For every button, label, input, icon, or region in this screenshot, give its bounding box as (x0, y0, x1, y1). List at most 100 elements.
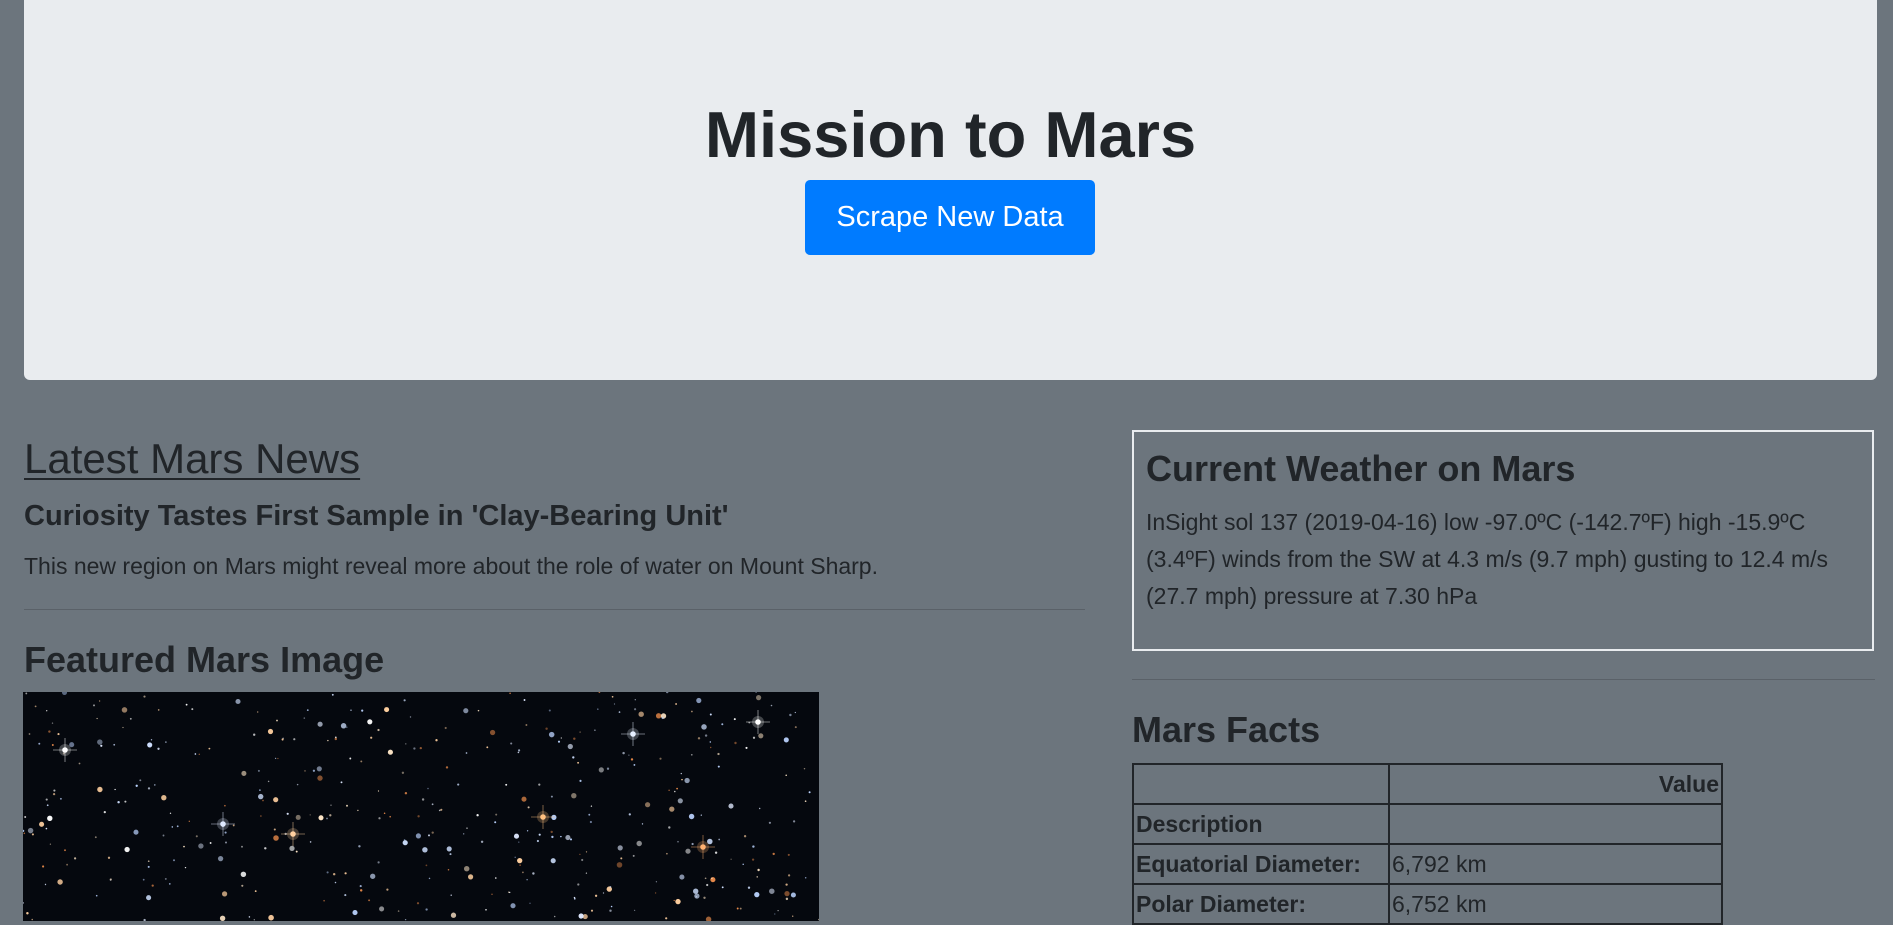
star (632, 854, 635, 857)
star (486, 746, 489, 749)
star (517, 857, 523, 864)
star (589, 820, 593, 824)
star (673, 899, 675, 902)
star (360, 760, 363, 763)
scrape-new-data-button[interactable]: Scrape New Data (805, 180, 1095, 255)
star (685, 848, 691, 854)
star (273, 797, 279, 803)
star (306, 709, 309, 711)
star (47, 815, 53, 821)
star (359, 889, 363, 892)
star (684, 777, 690, 784)
star (389, 815, 392, 818)
star (267, 728, 274, 735)
star (151, 884, 154, 887)
fact-label: Equatorial Diameter: (1132, 843, 1390, 885)
star (717, 765, 720, 768)
star (690, 753, 693, 756)
star (743, 835, 747, 838)
table-header-label (1132, 763, 1390, 805)
star (495, 813, 498, 816)
star (217, 855, 224, 862)
star (425, 908, 428, 911)
star (147, 787, 151, 790)
star (630, 758, 634, 761)
mars-facts-heading: Mars Facts (1132, 709, 1321, 750)
star (103, 810, 106, 814)
star (401, 771, 405, 774)
star (675, 703, 678, 705)
star (124, 800, 127, 803)
star (268, 914, 274, 921)
star (785, 883, 788, 886)
star (340, 723, 347, 729)
star (666, 852, 668, 855)
star (522, 871, 524, 874)
star (792, 820, 796, 823)
star (808, 791, 811, 794)
star (510, 742, 513, 745)
star (494, 821, 497, 824)
star (331, 693, 334, 696)
star (573, 737, 576, 740)
star (326, 817, 328, 820)
star (617, 845, 623, 851)
star (790, 892, 796, 898)
star (613, 703, 616, 705)
star (659, 757, 662, 760)
star (259, 789, 261, 791)
star (224, 804, 226, 807)
star (590, 909, 594, 912)
star (754, 891, 760, 898)
star (513, 833, 520, 839)
star (273, 828, 276, 831)
star (717, 752, 720, 756)
mars-facts-table: Value Description Equatorial Diameter: 6… (1132, 763, 1723, 925)
star (147, 742, 153, 748)
star (98, 700, 101, 702)
star (258, 793, 264, 800)
star (404, 918, 407, 921)
star (691, 842, 694, 846)
star (273, 835, 279, 841)
star (661, 716, 664, 720)
star (579, 731, 581, 733)
star (289, 845, 295, 852)
section-divider (24, 609, 1085, 610)
star (634, 699, 636, 701)
star (588, 813, 591, 816)
star (176, 825, 179, 828)
star (100, 744, 103, 747)
star (38, 742, 41, 745)
star (447, 869, 450, 871)
star (560, 737, 562, 739)
star (751, 858, 755, 861)
star (579, 853, 581, 856)
star (276, 719, 278, 722)
star (248, 916, 251, 918)
star (122, 726, 124, 729)
star (417, 815, 420, 818)
star (491, 893, 493, 895)
star (26, 911, 29, 915)
star (48, 730, 51, 733)
star (560, 835, 562, 838)
star (695, 896, 697, 898)
star (706, 883, 709, 887)
star (440, 808, 443, 811)
star (463, 833, 465, 835)
star (565, 835, 571, 841)
star (428, 877, 431, 880)
star (585, 851, 588, 853)
star (693, 888, 699, 894)
star (53, 789, 56, 792)
star (466, 827, 468, 829)
star (752, 736, 756, 739)
star (124, 846, 130, 853)
star (787, 853, 790, 856)
star (747, 886, 751, 889)
star (97, 739, 103, 745)
star (641, 823, 644, 825)
star (704, 877, 707, 880)
star (728, 803, 734, 809)
